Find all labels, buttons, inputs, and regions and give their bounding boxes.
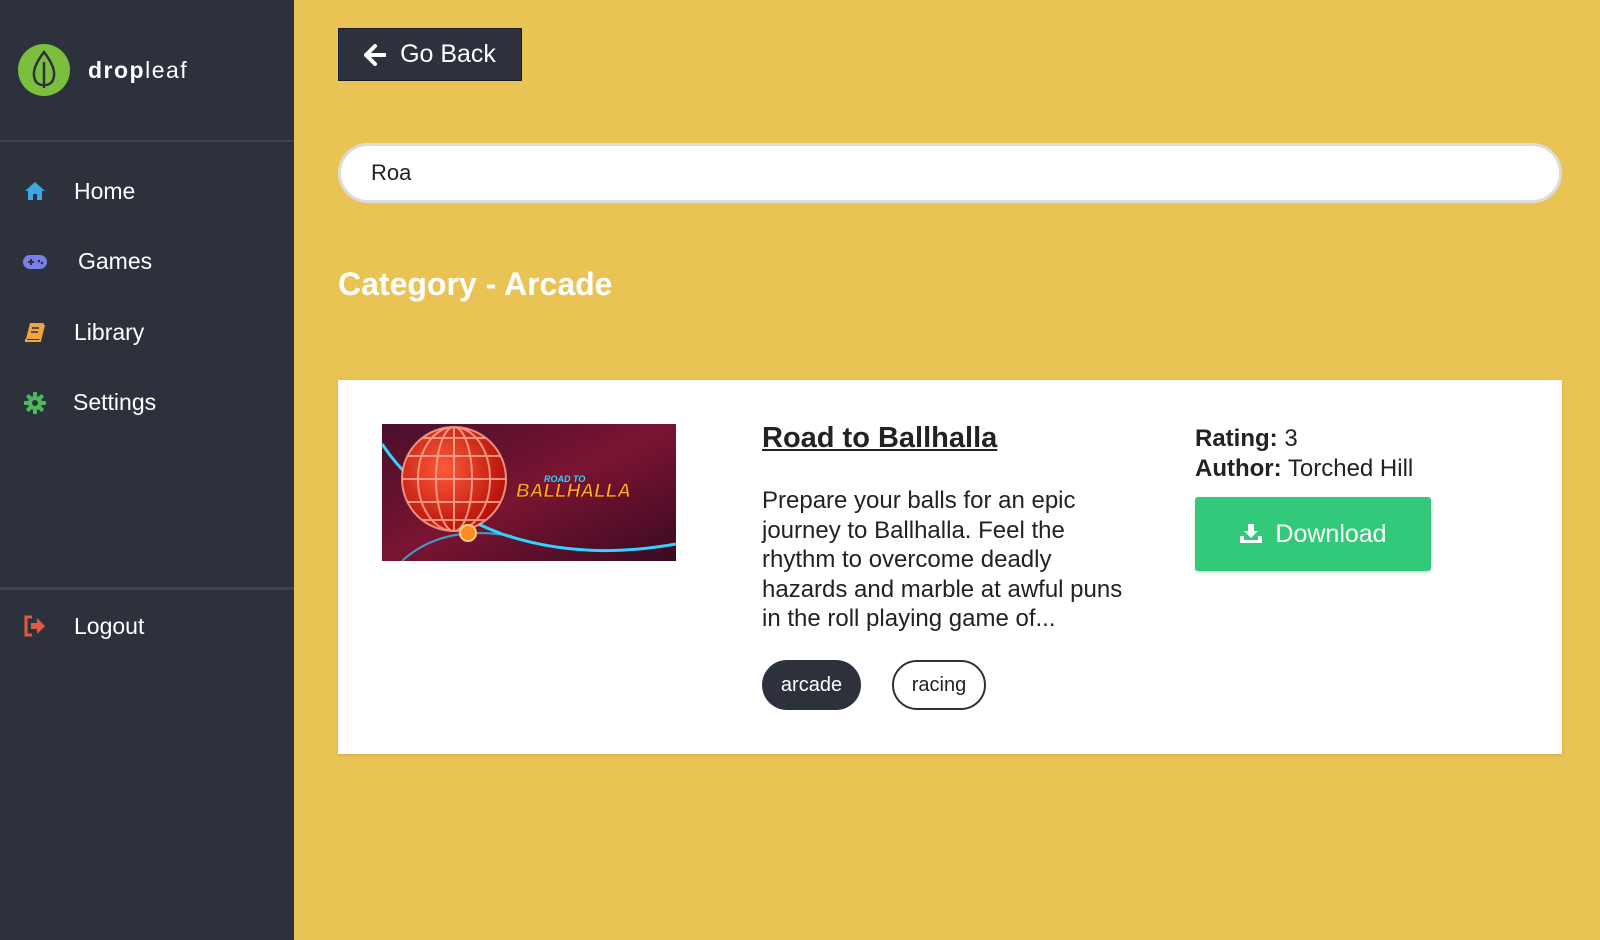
sidebar-item-settings[interactable]: Settings	[0, 368, 294, 439]
download-button[interactable]: Download	[1195, 497, 1431, 571]
game-card: ROAD TO BALLHALLA Road to Ballhalla Prep…	[338, 380, 1562, 754]
sidebar-item-home[interactable]: Home	[0, 156, 294, 227]
game-thumbnail[interactable]: ROAD TO BALLHALLA	[382, 424, 676, 561]
sidebar-item-logout[interactable]: Logout	[0, 591, 294, 662]
game-description: Prepare your balls for an epic journey t…	[762, 487, 1123, 633]
tag-arcade[interactable]: arcade	[762, 660, 861, 710]
tag-list: arcade racing	[762, 660, 986, 710]
gamepad-icon	[22, 249, 48, 275]
svg-text:BALLHALLA: BALLHALLA	[516, 481, 631, 502]
brand-name: dropleaf	[88, 56, 189, 83]
sidebar-divider	[0, 587, 294, 590]
leaf-logo-icon	[18, 44, 70, 96]
game-meta: Rating: 3 Author: Torched Hill	[1195, 424, 1413, 484]
sidebar-item-label: Settings	[73, 389, 157, 416]
download-label: Download	[1275, 519, 1387, 548]
tag-racing[interactable]: racing	[892, 660, 986, 710]
sidebar-nav: Home Games Library Settings	[0, 142, 294, 438]
page-title: Category - Arcade	[338, 266, 613, 302]
author-value: Torched Hill	[1287, 455, 1414, 482]
arrow-left-icon	[364, 43, 387, 66]
sidebar-item-label: Logout	[74, 612, 145, 639]
download-icon	[1239, 523, 1263, 545]
sidebar-item-label: Games	[78, 248, 153, 275]
sidebar: dropleaf Home Games Library Settings Log…	[0, 0, 294, 940]
gear-icon	[22, 390, 48, 416]
go-back-button[interactable]: Go Back	[338, 28, 522, 81]
book-icon	[22, 319, 48, 345]
home-icon	[22, 178, 48, 204]
rating-value: 3	[1284, 425, 1298, 452]
sidebar-item-label: Library	[74, 318, 145, 345]
logout-icon	[22, 613, 48, 639]
sidebar-item-library[interactable]: Library	[0, 297, 294, 368]
go-back-label: Go Back	[400, 40, 496, 68]
brand[interactable]: dropleaf	[0, 0, 294, 142]
sidebar-item-label: Home	[74, 177, 136, 204]
rating-row: Rating: 3	[1195, 425, 1298, 452]
sidebar-item-games[interactable]: Games	[0, 227, 294, 298]
search-input[interactable]	[338, 143, 1562, 203]
author-row: Author: Torched Hill	[1195, 455, 1414, 482]
game-title-link[interactable]: Road to Ballhalla	[762, 422, 997, 455]
